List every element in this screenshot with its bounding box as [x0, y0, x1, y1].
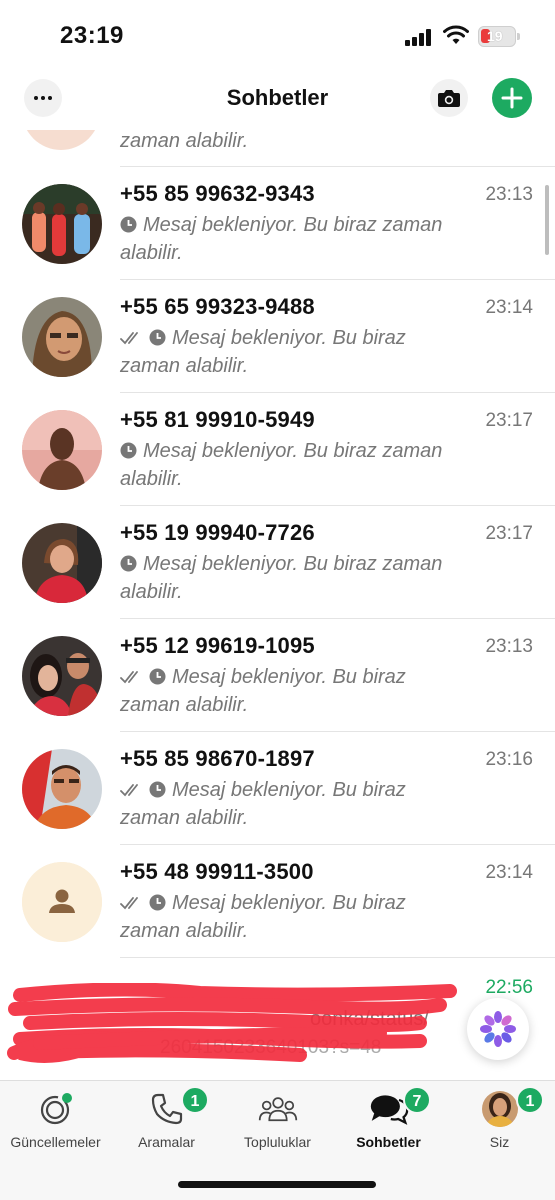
header: Sohbetler	[0, 70, 555, 130]
profile-avatar	[481, 1091, 518, 1127]
calls-badge: 1	[181, 1086, 209, 1114]
avatar	[22, 130, 100, 150]
contact-name: +55 85 98670-1897	[120, 746, 315, 771]
tab-you[interactable]: 1 Siz	[444, 1081, 555, 1161]
battery-indicator: 19	[478, 26, 520, 47]
chat-preview-text: Mesaj bekleniyor. Bu biraz zaman alabili…	[120, 214, 443, 264]
tab-updates[interactable]: Güncellemeler	[0, 1081, 111, 1161]
tab-label: Topluluklar	[244, 1134, 311, 1150]
contact-name: +55 19 99940-7726	[120, 520, 315, 545]
chat-row[interactable]: zaman alabilir.	[0, 130, 555, 167]
chat-preview: Mesaj bekleniyor. Bu biraz zaman alabili…	[120, 211, 450, 267]
contact-name: +55 85 99632-9343	[120, 181, 315, 206]
meta-ai-icon	[480, 1011, 516, 1047]
camera-icon	[438, 90, 460, 107]
camera-button[interactable]	[430, 79, 468, 117]
clock-icon	[149, 894, 166, 911]
avatar	[22, 523, 102, 603]
tab-label: Sohbetler	[356, 1134, 421, 1150]
chat-preview: Mesaj bekleniyor. Bu biraz zaman alabili…	[120, 663, 450, 719]
double-check-icon	[120, 784, 138, 797]
contact-name: +55 81 99910-5949	[120, 407, 315, 432]
chat-time: 23:13	[485, 184, 533, 205]
contact-name: +55 48 99911-3500	[120, 859, 314, 884]
chat-preview-text: Mesaj bekleniyor. Bu biraz zaman alabili…	[120, 553, 443, 603]
chat-time: 23:17	[485, 410, 533, 431]
plus-icon	[501, 87, 523, 109]
chat-row[interactable]: +55 19 99940-7726 23:17 Mesaj bekleniyor…	[0, 506, 555, 619]
chat-time: 23:16	[485, 749, 533, 770]
clock-icon	[120, 442, 137, 459]
avatar	[22, 636, 102, 716]
tab-label: Aramalar	[138, 1134, 195, 1150]
cellular-signal-icon	[405, 28, 433, 46]
chat-preview-text: Mesaj bekleniyor. Bu biraz zaman alabili…	[120, 440, 443, 490]
chat-row[interactable]: +55 65 99323-9488 23:14 Mesaj bekleniyor…	[0, 280, 555, 393]
chat-time: 23:14	[485, 297, 533, 318]
clock-icon	[149, 329, 166, 346]
chat-time: 23:14	[485, 862, 533, 883]
home-indicator	[178, 1181, 376, 1188]
double-check-icon	[120, 671, 138, 684]
avatar	[22, 184, 102, 264]
chat-row[interactable]: +55 81 99910-5949 23:17 Mesaj bekleniyor…	[0, 393, 555, 506]
default-person-icon	[22, 862, 102, 942]
tab-chats[interactable]: 7 Sohbetler	[333, 1081, 444, 1161]
battery-level: 19	[487, 28, 503, 44]
avatar	[22, 749, 102, 829]
avatar	[22, 862, 102, 942]
divider	[120, 957, 555, 958]
double-check-icon	[120, 897, 138, 910]
chat-row[interactable]: +55 48 99911-3500 23:14 Mesaj bekleniyor…	[0, 845, 555, 958]
clock-icon	[120, 216, 137, 233]
tab-label: Güncellemeler	[10, 1134, 101, 1150]
new-chat-button[interactable]	[492, 78, 532, 118]
chat-preview: Mesaj bekleniyor. Bu biraz zaman alabili…	[120, 437, 450, 493]
profile-badge: 1	[516, 1086, 544, 1114]
communities-icon	[258, 1097, 297, 1122]
redaction-scribble	[7, 983, 457, 1063]
chat-preview: Mesaj bekleniyor. Bu biraz zaman alabili…	[120, 889, 450, 945]
chat-row[interactable]: 22:56 oonka/status/ 2604150233640103?s=4…	[0, 963, 555, 1080]
clock-icon	[149, 781, 166, 798]
chat-preview: Mesaj bekleniyor. Bu biraz zaman alabili…	[120, 776, 450, 832]
clock-icon	[149, 668, 166, 685]
meta-ai-button[interactable]	[467, 998, 529, 1060]
chat-preview: Mesaj bekleniyor. Bu biraz zaman alabili…	[120, 324, 450, 380]
chat-preview: Mesaj bekleniyor. Bu biraz zaman alabili…	[120, 550, 450, 606]
phone-icon	[151, 1093, 182, 1125]
status-time: 23:19	[60, 22, 124, 49]
chat-row[interactable]: +55 12 99619-1095 23:13 Mesaj bekleniyor…	[0, 619, 555, 732]
status-bar: 23:19 19	[0, 0, 555, 70]
wifi-icon	[443, 25, 469, 44]
page-title: Sohbetler	[226, 85, 329, 110]
chat-row[interactable]: +55 85 99632-9343 23:13 Mesaj bekleniyor…	[0, 167, 555, 280]
chat-list[interactable]: zaman alabilir. +55 85 99632-9343 23:13 …	[0, 130, 555, 1080]
avatar	[22, 297, 102, 377]
tab-communities[interactable]: Topluluklar	[222, 1081, 333, 1161]
chat-time: 23:17	[485, 523, 533, 544]
contact-name: +55 65 99323-9488	[120, 294, 315, 319]
chat-time: 23:13	[485, 636, 533, 657]
chat-row[interactable]: +55 85 98670-1897 23:16 Mesaj bekleniyor…	[0, 732, 555, 845]
chat-preview: zaman alabilir.	[120, 130, 249, 152]
updates-icon	[40, 1093, 72, 1125]
chat-time: 22:56	[485, 977, 533, 998]
avatar	[22, 410, 102, 490]
chats-badge: 7	[403, 1086, 431, 1114]
clock-icon	[120, 555, 137, 572]
contact-name: +55 12 99619-1095	[120, 633, 315, 658]
tab-label: Siz	[489, 1134, 510, 1150]
double-check-icon	[120, 332, 138, 345]
tab-calls[interactable]: 1 Aramalar	[111, 1081, 222, 1161]
